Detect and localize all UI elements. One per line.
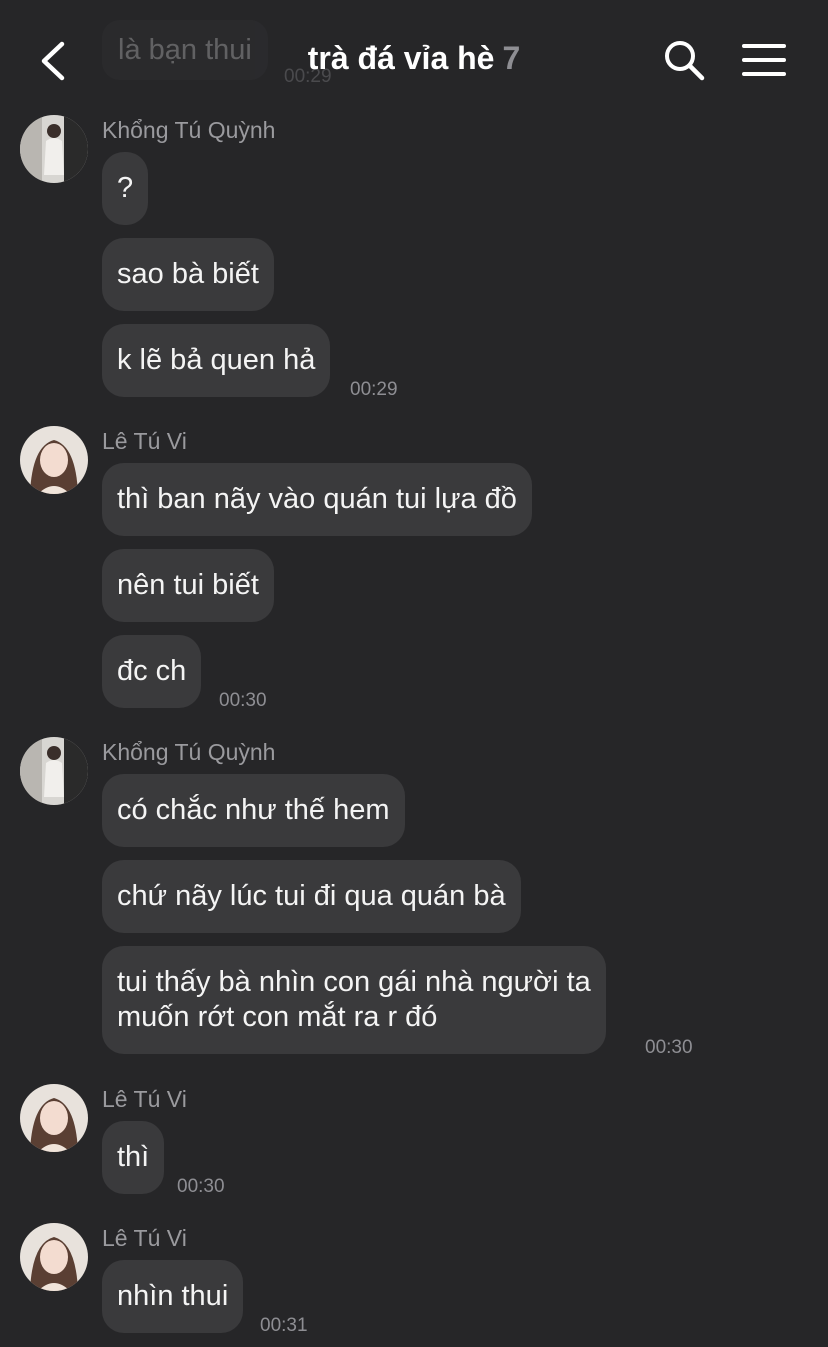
- sender-name: Lê Tú Vi: [102, 428, 187, 454]
- avatar[interactable]: [20, 737, 88, 805]
- message-bubble[interactable]: chứ nãy lúc tui đi qua quán bà: [102, 860, 521, 933]
- message-bubble[interactable]: thì: [102, 1121, 165, 1194]
- search-icon: [665, 41, 705, 81]
- message-time: 00:30: [177, 1176, 225, 1197]
- message-bubble[interactable]: ?: [102, 152, 149, 225]
- member-count: 7: [502, 40, 521, 76]
- avatar-image: [20, 737, 88, 805]
- message-time: 00:29: [350, 379, 398, 400]
- menu-button[interactable]: [742, 42, 786, 78]
- avatar[interactable]: [20, 1084, 88, 1152]
- message-bubble[interactable]: thì ban nãy vào quán tui lựa đồ: [102, 463, 532, 536]
- chat-header: là bạn thui 00:29 trà đá vỉa hè 7: [0, 0, 828, 112]
- avatar[interactable]: [20, 1223, 88, 1291]
- avatar[interactable]: [20, 426, 88, 494]
- message-time: 00:30: [645, 1037, 693, 1058]
- message-bubble[interactable]: sao bà biết: [102, 238, 274, 311]
- group-name: trà đá vỉa hè: [307, 40, 495, 76]
- sender-name: Lê Tú Vi: [102, 1225, 187, 1251]
- menu-icon: [742, 44, 786, 76]
- message-line: muốn rớt con mắt ra r đó: [117, 1001, 438, 1033]
- message-line: tui thấy bà nhìn con gái nhà người ta: [117, 966, 591, 998]
- avatar-image: [20, 115, 88, 183]
- avatar[interactable]: [20, 115, 88, 183]
- sender-name: Khổng Tú Quỳnh: [102, 117, 276, 143]
- message-bubble[interactable]: nên tui biết: [102, 549, 274, 622]
- message-bubble[interactable]: k lẽ bả quen hả: [102, 324, 331, 397]
- sender-name: Khổng Tú Quỳnh: [102, 739, 276, 765]
- sender-name: Lê Tú Vi: [102, 1086, 187, 1112]
- message-time: 00:31: [260, 1315, 308, 1336]
- avatar-image: [20, 426, 88, 494]
- message-bubble[interactable]: đc ch: [102, 635, 202, 708]
- message-time: 00:30: [219, 690, 267, 711]
- message-bubble[interactable]: tui thấy bà nhìn con gái nhà người ta mu…: [102, 946, 606, 1054]
- avatar-image: [20, 1084, 88, 1152]
- message-bubble[interactable]: có chắc như thế hem: [102, 774, 405, 847]
- search-button[interactable]: [662, 38, 706, 82]
- avatar-image: [20, 1223, 88, 1291]
- message-bubble[interactable]: nhìn thui: [102, 1260, 244, 1333]
